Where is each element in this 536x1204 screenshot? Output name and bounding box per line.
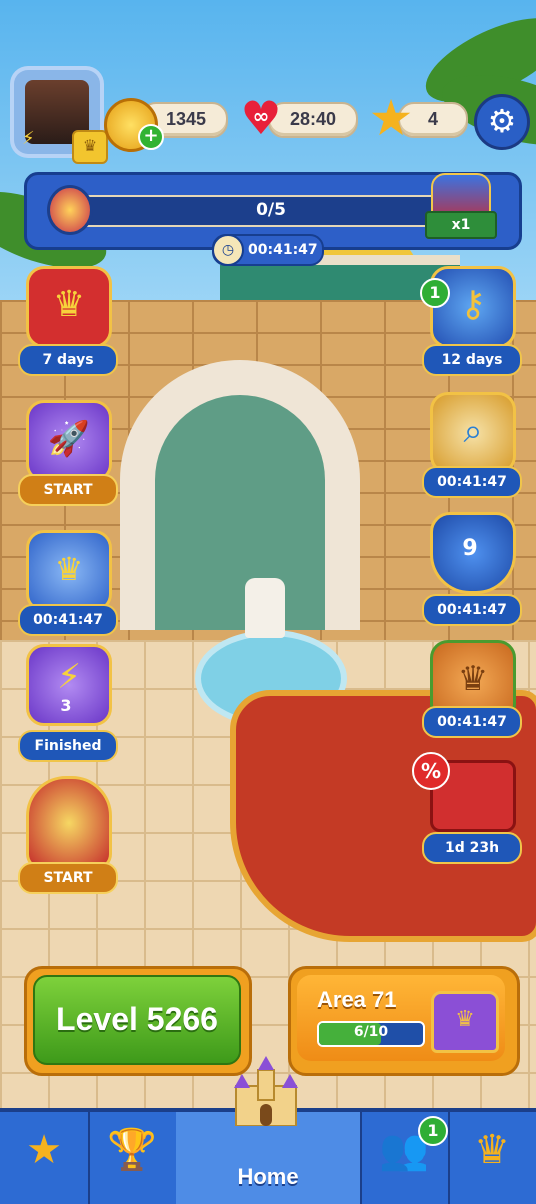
area-title: Area 71: [317, 987, 397, 1012]
event-count: 3: [60, 696, 72, 715]
lightning-icon: ⚡: [22, 128, 35, 149]
treasure-chest-icon: ♛: [431, 991, 499, 1053]
event-start-label: START: [18, 474, 118, 506]
anvil-icon: ♛: [26, 530, 112, 612]
event-label: 00:41:47: [18, 604, 118, 636]
key-icon: ⚷: [430, 266, 516, 348]
event-anvil[interactable]: ♛ 00:41:47: [18, 530, 118, 636]
event-progress-text: 0/5: [256, 200, 286, 220]
event-crown-book[interactable]: ♛ 7 days: [18, 266, 118, 376]
rocket-icon: 🚀: [26, 400, 112, 482]
reward-multiplier: x1: [425, 211, 497, 239]
event-rocket[interactable]: 🚀 START: [18, 400, 118, 506]
event-label: 1d 23h: [422, 832, 522, 864]
team-badge: 1: [418, 1116, 448, 1146]
home-label: Home: [237, 1164, 299, 1189]
event-label: 00:41:47: [422, 706, 522, 738]
event-crown-helmet[interactable]: START: [18, 776, 118, 894]
event-label: 12 days: [422, 344, 522, 376]
event-magnifier-scroll[interactable]: ⌕ 00:41:47: [422, 392, 522, 498]
event-label: Finished: [18, 730, 118, 762]
nav-cards[interactable]: ♛: [448, 1112, 536, 1204]
area-button[interactable]: Area 71 6/10 ♛: [288, 966, 520, 1076]
lucky-charm-icon: [47, 185, 93, 235]
clock-icon: ◷: [212, 234, 244, 266]
settings-gear-icon[interactable]: ⚙: [474, 94, 530, 150]
trophy-icon: 🏆: [107, 1127, 157, 1173]
area-progress-bar: 6/10: [317, 1021, 425, 1047]
sale-percent-icon: %: [412, 752, 450, 790]
event-timer: ◷ 00:41:47: [212, 234, 324, 266]
event-label: 00:41:47: [422, 594, 522, 626]
castle-icon: [234, 1056, 298, 1126]
event-badge: 1: [420, 278, 450, 308]
play-level-button[interactable]: Level 5266: [24, 966, 252, 1076]
event-count: 9: [462, 536, 478, 561]
infinite-lives-symbol: ∞: [252, 104, 270, 128]
event-lightning[interactable]: ⚡ 3 Finished: [18, 644, 118, 762]
play-level-inner: Level 5266: [33, 975, 241, 1065]
nav-trophy[interactable]: 🏆: [88, 1112, 178, 1204]
area-inner: Area 71 6/10 ♛: [297, 975, 505, 1061]
event-label: 7 days: [18, 344, 118, 376]
cards-icon: ♛: [474, 1127, 510, 1173]
star-icon: ★: [368, 89, 414, 147]
event-start-label: START: [18, 862, 118, 894]
event-label: 00:41:47: [422, 466, 522, 498]
lives-timer: 28:40: [290, 109, 337, 129]
crown-card-icon[interactable]: ♛: [72, 130, 108, 164]
nav-star-book[interactable]: ★: [0, 1112, 90, 1204]
archway-inner: [155, 395, 325, 630]
stars-count: 4: [428, 109, 439, 129]
star-book-icon: ★: [26, 1127, 62, 1173]
event-shield[interactable]: 9 00:41:47: [422, 512, 522, 626]
crown-helmet-icon: [26, 776, 112, 870]
event-timer-text: 00:41:47: [248, 242, 318, 258]
add-coins-button[interactable]: +: [138, 124, 164, 150]
area-progress-text: 6/10: [353, 1024, 389, 1040]
level-label: Level 5266: [56, 1001, 218, 1037]
crown-book-icon: ♛: [26, 266, 112, 348]
event-crown-chest[interactable]: ♛ 00:41:47: [422, 640, 522, 744]
fountain-top: [245, 578, 285, 638]
coins-count: 1345: [166, 109, 207, 129]
magnifier-icon: ⌕: [430, 392, 516, 474]
event-progress-bar: 0/5: [71, 195, 471, 227]
